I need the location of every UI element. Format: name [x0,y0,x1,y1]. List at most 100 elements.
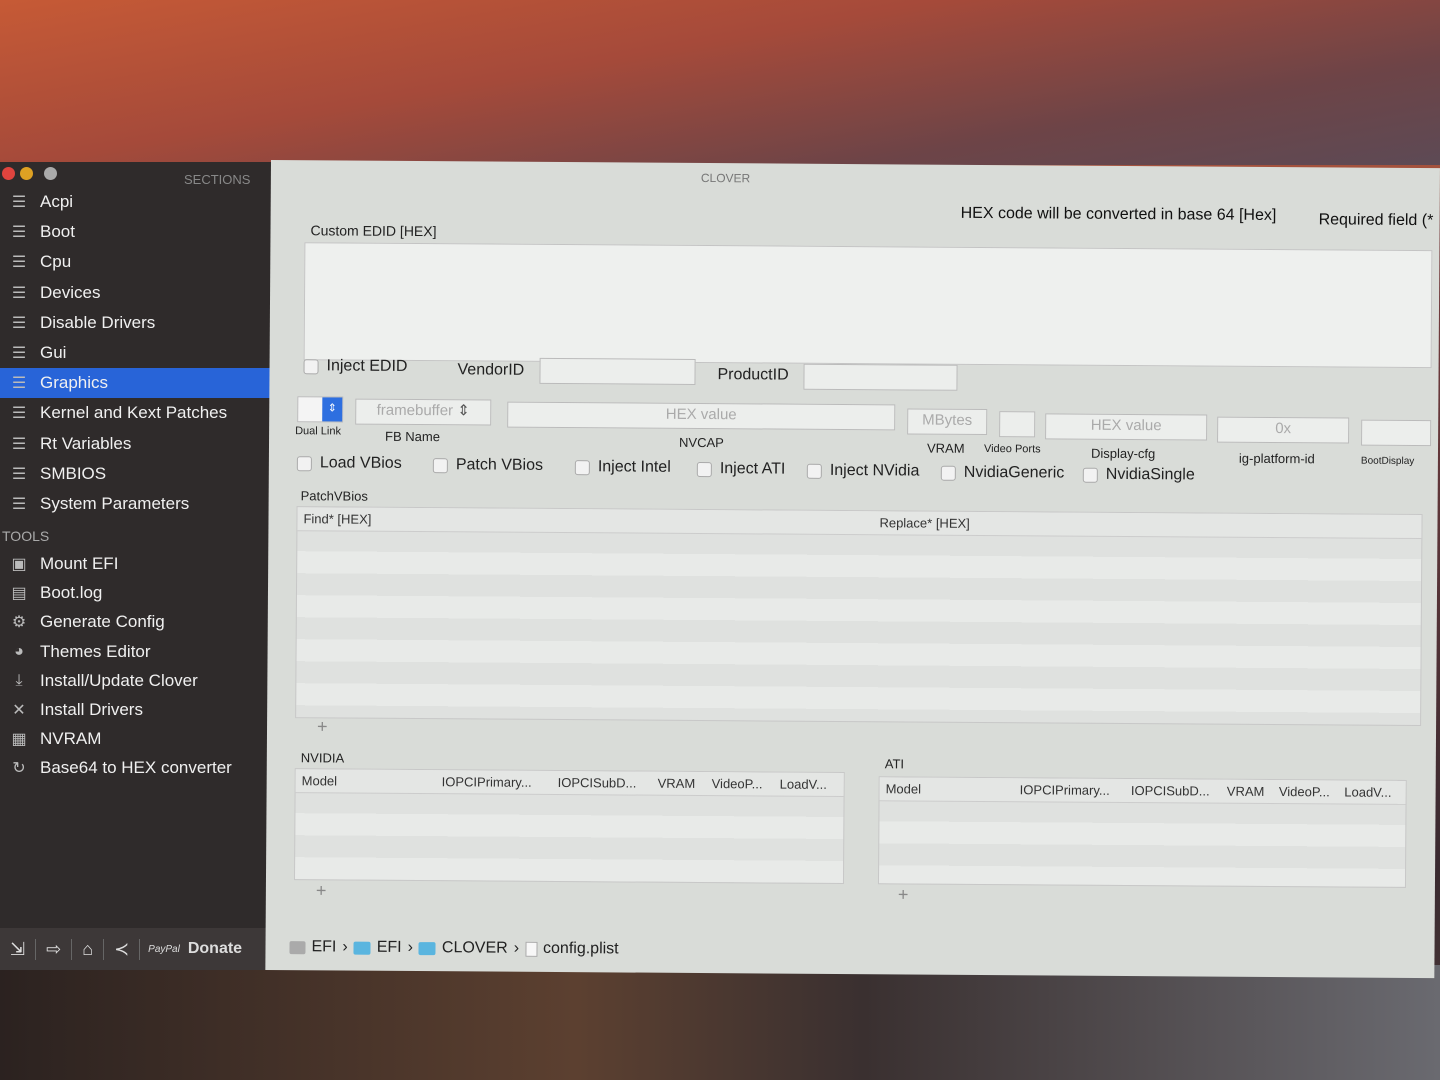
path-item[interactable]: EFI [311,938,336,956]
checkbox-label: Load VBios [319,454,402,472]
tool-install-drivers[interactable]: ✕ Install Drivers [0,695,270,725]
sidebar-item-label: SMBIOS [40,463,107,483]
checkbox-inject-nvidia[interactable]: Inject NVidia [806,462,919,481]
minimize-button[interactable] [20,167,33,180]
vram-input[interactable]: MBytes [907,408,988,436]
tool-themes-editor[interactable]: ◕ Themes Editor [0,637,270,667]
desktop-wallpaper-bottom [0,965,1440,1080]
checkbox-inject-ati[interactable]: Inject ATI [696,460,785,479]
list-icon: ☰ [11,375,27,393]
col-replace: Replace* [HEX] [879,515,970,531]
nvidia-table[interactable]: Model IOPCIPrimary... IOPCISubD... VRAM Vide… [293,768,845,885]
checkbox-nvidiageneric[interactable]: NvidiaGeneric [940,463,1065,483]
display-cfg-label: Display-cfg [1090,445,1156,462]
zoom-button[interactable] [44,167,57,180]
checkbox-label: NvidiaSingle [1105,465,1195,484]
column-header[interactable]: VideoP... [1273,784,1339,799]
column-header[interactable]: Model [296,773,436,789]
ig-platform-select[interactable]: 0x [1217,416,1350,444]
list-icon: ☰ [11,194,27,211]
tool-label: Base64 to HEX converter [40,758,232,778]
column-header[interactable]: IOPCISubD... [1125,783,1221,799]
tool-base64-to-hex-converter[interactable]: ↻ Base64 to HEX converter [0,753,270,783]
checkbox-inject-intel[interactable]: Inject Intel [574,458,671,477]
column-header[interactable]: VRAM [652,776,706,791]
sidebar-item-disable-drivers[interactable]: ☰ Disable Drivers [0,308,270,338]
tools-label: TOOLS [2,528,50,544]
sidebar-item-kernel-and-kext-patches[interactable]: ☰ Kernel and Kext Patches [0,398,270,428]
dual-link-stepper[interactable]: ⇕ [297,396,344,423]
export-icon[interactable]: ⇨ [36,938,73,960]
tool-install-update-clover[interactable]: ⤓ Install/Update Clover [0,666,270,696]
chip-icon: ▦ [11,731,27,749]
sidebar-item-graphics[interactable]: ☰ Graphics [0,368,270,399]
col-find: Find* [HEX] [303,511,372,527]
sidebar-item-acpi[interactable]: ☰ Acpi [0,187,270,217]
list-icon: ☰ [11,465,27,483]
folder-icon [418,941,436,955]
column-header[interactable]: IOPCISubD... [552,775,652,791]
list-icon: ☰ [11,345,27,362]
nvidia-label: NVIDIA [300,750,345,766]
window-title: CLOVER [700,171,751,186]
home-icon[interactable]: ⌂ [72,938,105,960]
checkbox-label: NvidiaGeneric [963,463,1065,482]
path-item[interactable]: EFI [377,939,402,957]
sidebar-item-label: Acpi [40,192,74,211]
column-header[interactable]: IOPCIPrimary... [436,774,552,790]
donate-button[interactable]: Donate [180,940,242,958]
column-header[interactable]: LoadV... [774,777,844,792]
sidebar-item-cpu[interactable]: ☰ Cpu [0,247,270,277]
column-header[interactable]: VideoP... [706,776,774,791]
ati-table[interactable]: Model IOPCIPrimary... IOPCISubD... VRAM Vide… [877,776,1407,888]
tool-nvram[interactable]: ▦ NVRAM [0,724,270,754]
custom-edid-input[interactable] [303,242,1433,369]
checkbox-patch-vbios[interactable]: Patch VBios [432,456,543,475]
inject-edid-checkbox[interactable]: Inject EDID [303,357,408,376]
column-header[interactable]: Model [880,781,1014,797]
required-note: Required field (* [1318,211,1434,230]
display-cfg-input[interactable]: HEX value [1045,413,1208,441]
checkbox-nvidiasingle[interactable]: NvidiaSingle [1082,465,1195,485]
import-icon[interactable]: ⇲ [0,938,37,960]
path-item[interactable]: CLOVER [442,939,508,957]
column-header[interactable]: LoadV... [1338,784,1405,800]
tool-boot-log[interactable]: ▤ Boot.log [0,578,270,608]
nvcap-input[interactable]: HEX value [507,401,896,431]
vram-label: VRAM [926,440,965,456]
tool-generate-config[interactable]: ⚙ Generate Config [0,607,270,637]
list-icon: ☰ [11,435,27,453]
patchvbios-table[interactable]: Find* [HEX] Replace* [HEX] [295,506,1423,727]
sidebar-item-rt-variables[interactable]: ☰ Rt Variables [0,429,270,459]
productid-input[interactable] [803,363,958,391]
path-item[interactable]: config.plist [543,940,619,959]
tool-mount-efi[interactable]: ▣ Mount EFI [0,549,270,579]
vendorid-input[interactable] [539,357,696,385]
close-button[interactable] [2,167,15,180]
video-ports-input[interactable] [999,411,1036,438]
path-bar: EFI › EFI › CLOVER › config.plist [289,938,619,959]
checkbox-load-vbios[interactable]: Load VBios [296,454,402,473]
paypal-icon: PayPal [148,943,180,955]
chevron-right-icon: › [513,939,520,957]
sidebar-item-system-parameters[interactable]: ☰ System Parameters [0,489,270,519]
list-icon: ☰ [11,496,27,513]
sidebar-item-gui[interactable]: ☰ Gui [0,338,270,368]
column-header[interactable]: IOPCIPrimary... [1014,782,1125,798]
add-patch-button[interactable]: + [317,716,328,737]
sidebar-item-boot[interactable]: ☰ Boot [0,217,270,247]
list-icon: ☰ [11,314,27,332]
share-icon[interactable]: ≺ [104,938,141,960]
boot-display-input[interactable] [1361,419,1432,447]
custom-edid-label: Custom EDID [HEX] [310,222,437,240]
fb-name-select[interactable]: framebuffer ⇕ [355,398,492,426]
add-nvidia-button[interactable]: + [316,880,327,901]
ig-platform-label: ig-platform-id [1238,450,1315,467]
sidebar-item-devices[interactable]: ☰ Devices [0,278,270,308]
tool-label: Themes Editor [40,641,151,661]
column-header[interactable]: VRAM [1221,784,1273,799]
add-ati-button[interactable]: + [898,884,909,905]
vendorid-label: VendorID [457,361,525,379]
sidebar-item-smbios[interactable]: ☰ SMBIOS [0,459,270,489]
desktop-wallpaper [0,0,1440,165]
